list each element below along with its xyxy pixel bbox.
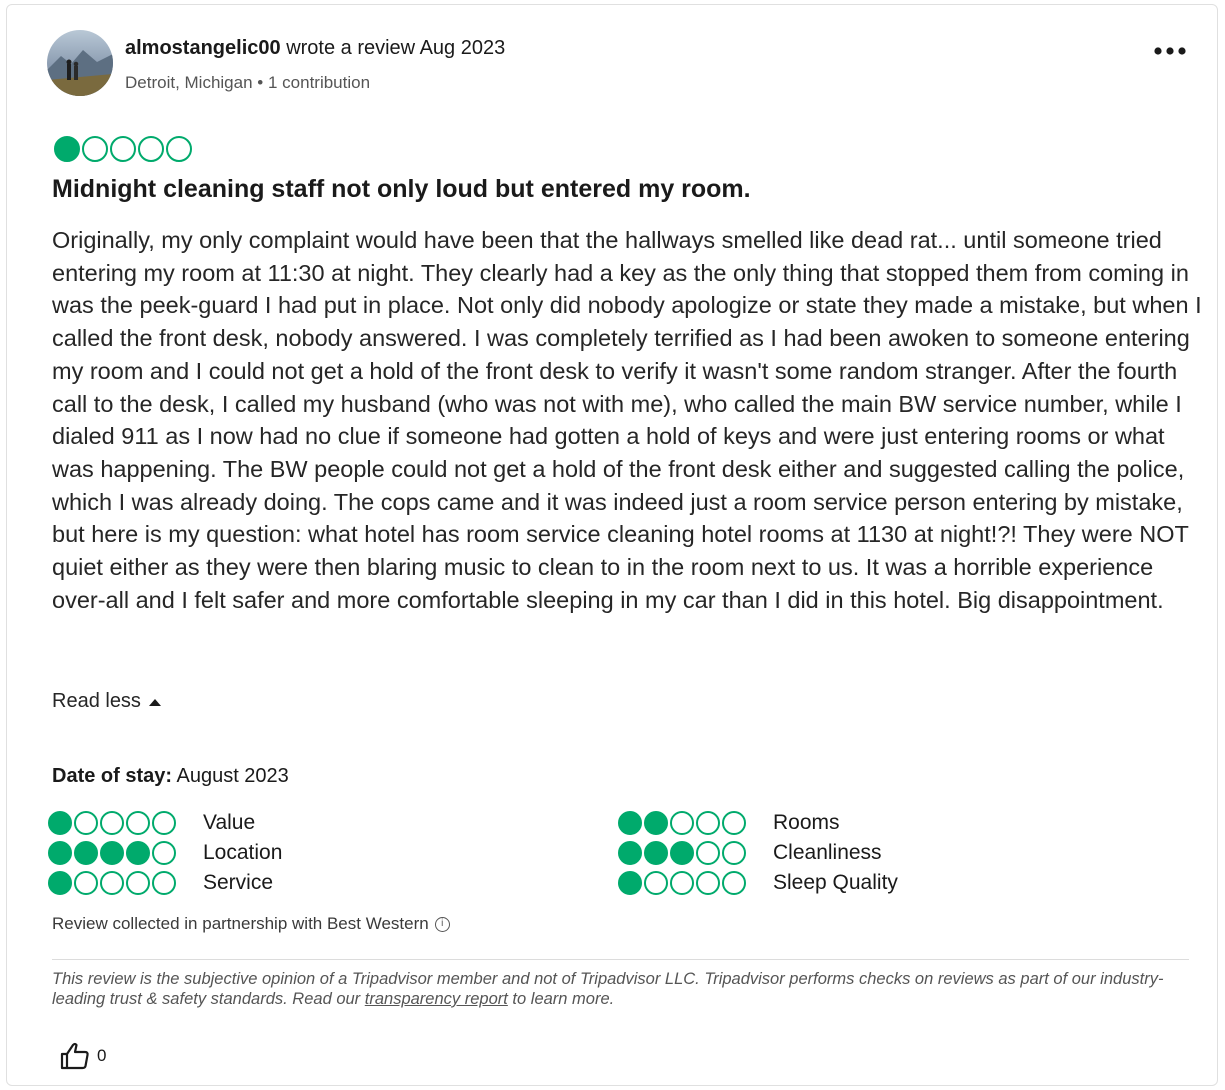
date-of-stay-value: August 2023 xyxy=(176,765,289,787)
subrating-row: Value xyxy=(48,808,282,838)
disclaimer: This review is the subjective opinion of… xyxy=(52,969,1202,1009)
bubble-filled-icon xyxy=(74,841,98,865)
bubble-empty-icon xyxy=(138,136,164,162)
date-of-stay: Date of stay: August 2023 xyxy=(52,765,289,788)
subrating-bubbles xyxy=(48,871,198,895)
subrating-row: Rooms xyxy=(618,808,898,838)
review-title[interactable]: Midnight cleaning staff not only loud bu… xyxy=(52,175,751,204)
partner-note-text: Review collected in partnership with Bes… xyxy=(52,914,429,933)
helpful-count: 0 xyxy=(97,1046,107,1065)
bubble-empty-icon xyxy=(696,871,720,895)
bubble-filled-icon xyxy=(48,871,72,895)
subratings-right: Rooms Cleanliness Sleep Quality xyxy=(618,808,898,898)
bubble-empty-icon xyxy=(100,811,124,835)
avatar[interactable] xyxy=(47,30,113,96)
bubble-empty-icon xyxy=(152,841,176,865)
bubble-filled-icon xyxy=(54,136,80,162)
divider xyxy=(52,959,1189,960)
date-of-stay-label: Date of stay: xyxy=(52,765,173,787)
bubble-empty-icon xyxy=(100,871,124,895)
bubble-empty-icon xyxy=(696,811,720,835)
reviewer-location: Detroit, Michigan xyxy=(125,73,253,92)
subrating-row: Location xyxy=(48,838,282,868)
subrating-label: Service xyxy=(203,871,274,894)
subrating-label: Sleep Quality xyxy=(773,871,898,894)
contribution-count: 1 contribution xyxy=(267,73,371,92)
review-date-text: wrote a review Aug 2023 xyxy=(286,37,506,59)
bubble-filled-icon xyxy=(100,841,124,865)
subrating-bubbles xyxy=(618,811,768,835)
caret-up-icon xyxy=(148,699,161,706)
more-options-button[interactable] xyxy=(1150,39,1190,63)
review-card: almostangelic00 wrote a review Aug 2023 … xyxy=(6,4,1218,1086)
transparency-report-link[interactable]: transparency report xyxy=(365,990,508,1008)
bubble-filled-icon xyxy=(644,841,668,865)
bubble-empty-icon xyxy=(644,871,668,895)
bubble-empty-icon xyxy=(166,136,192,162)
bubble-filled-icon xyxy=(126,841,150,865)
subrating-label: Value xyxy=(203,811,256,834)
subrating-bubbles xyxy=(618,841,768,865)
disclaimer-text-end: to learn more. xyxy=(507,990,615,1008)
author-line: almostangelic00 wrote a review Aug 2023 xyxy=(125,37,505,60)
bubble-filled-icon xyxy=(48,811,72,835)
read-less-button[interactable]: Read less xyxy=(52,690,161,713)
bubble-filled-icon xyxy=(644,811,668,835)
bubble-filled-icon xyxy=(618,841,642,865)
username-link[interactable]: almostangelic00 xyxy=(125,37,281,59)
subrating-label: Rooms xyxy=(773,811,840,834)
overall-rating-bubbles xyxy=(54,136,192,162)
bubble-empty-icon xyxy=(126,811,150,835)
bubble-filled-icon xyxy=(670,841,694,865)
bubble-empty-icon xyxy=(670,871,694,895)
bubble-empty-icon xyxy=(722,871,746,895)
bubble-empty-icon xyxy=(82,136,108,162)
helpful-vote-button[interactable]: 0 xyxy=(59,1041,106,1071)
bubble-empty-icon xyxy=(152,871,176,895)
more-options-icon xyxy=(1154,47,1186,55)
bubble-empty-icon xyxy=(722,841,746,865)
subrating-row: Sleep Quality xyxy=(618,868,898,898)
subrating-bubbles xyxy=(48,841,198,865)
bubble-filled-icon xyxy=(48,841,72,865)
partner-note: Review collected in partnership with Bes… xyxy=(52,914,450,934)
bubble-empty-icon xyxy=(152,811,176,835)
subrating-row: Cleanliness xyxy=(618,838,898,868)
bubble-filled-icon xyxy=(618,871,642,895)
subrating-bubbles xyxy=(618,871,768,895)
bubble-empty-icon xyxy=(74,871,98,895)
meta-separator: • xyxy=(257,73,264,92)
thumbs-up-icon xyxy=(60,1042,89,1070)
bubble-empty-icon xyxy=(696,841,720,865)
bubble-filled-icon xyxy=(618,811,642,835)
bubble-empty-icon xyxy=(74,811,98,835)
subrating-label: Cleanliness xyxy=(773,841,882,864)
subrating-label: Location xyxy=(203,841,283,864)
bubble-empty-icon xyxy=(126,871,150,895)
read-less-label: Read less xyxy=(52,690,141,712)
reviewer-meta: Detroit, Michigan • 1 contribution xyxy=(125,73,370,93)
bubble-empty-icon xyxy=(670,811,694,835)
subratings-left: Value Location Service xyxy=(48,808,282,898)
bubble-empty-icon xyxy=(110,136,136,162)
info-icon[interactable]: i xyxy=(434,916,450,932)
bubble-empty-icon xyxy=(722,811,746,835)
subrating-bubbles xyxy=(48,811,198,835)
subrating-row: Service xyxy=(48,868,282,898)
review-body: Originally, my only complaint would have… xyxy=(52,227,1202,613)
